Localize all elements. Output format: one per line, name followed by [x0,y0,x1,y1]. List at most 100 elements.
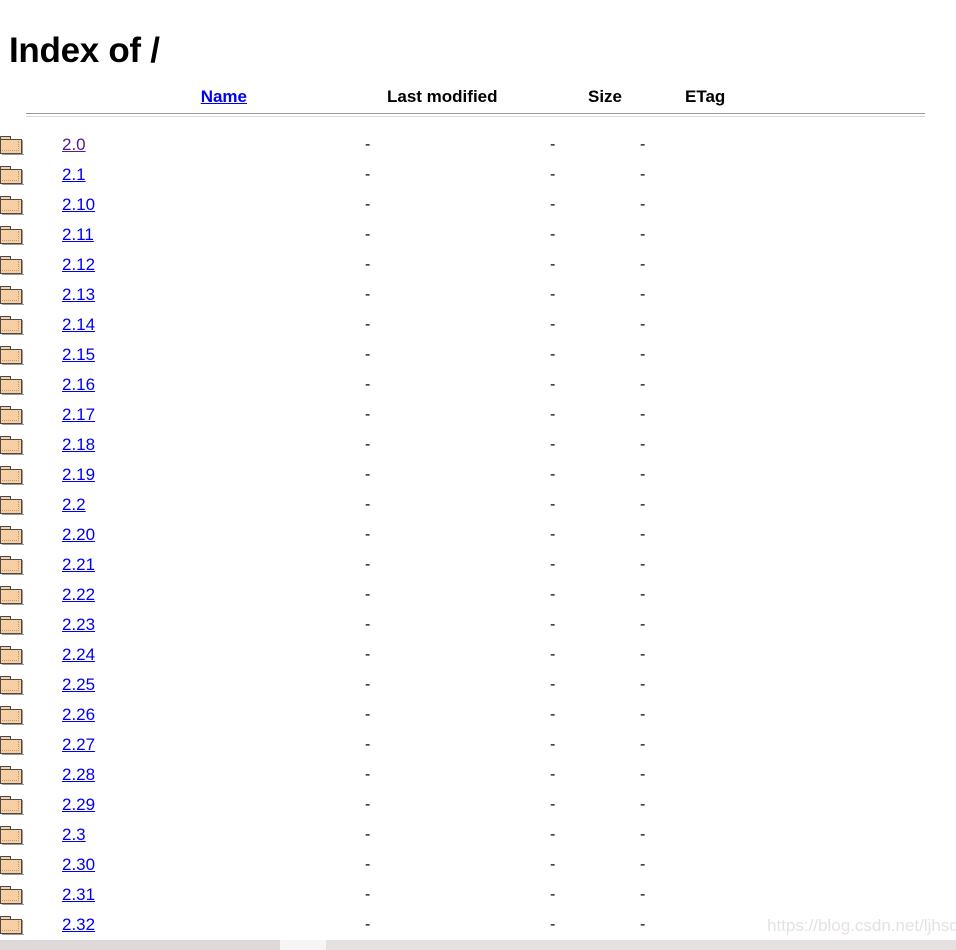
etag-value: - [640,616,646,633]
directory-link[interactable]: 2.29 [62,795,95,814]
row-name-cell: 2.26 [62,700,365,730]
directory-link[interactable]: 2.17 [62,405,95,424]
directory-link[interactable]: 2.30 [62,855,95,874]
etag-value: - [640,676,646,693]
size-value: - [550,196,556,213]
row-last-modified-cell: - [365,400,550,430]
row-size-cell: - [550,250,640,280]
last-modified-value: - [365,736,371,753]
directory-link[interactable]: 2.16 [62,375,95,394]
header-spacer-cell [0,117,956,130]
row-etag-cell: - [640,280,956,310]
directory-link[interactable]: 2.12 [62,255,95,274]
directory-link[interactable]: 2.1 [62,165,86,184]
table-row: 2.23 - - - [0,610,956,640]
row-size-cell: - [550,790,640,820]
folder-icon [0,615,24,635]
table-row: 2.21 - - - [0,550,956,580]
size-value: - [550,136,556,153]
scrollbar-thumb[interactable] [280,940,326,950]
row-name-cell: 2.20 [62,520,365,550]
last-modified-value: - [365,616,371,633]
etag-value: - [640,496,646,513]
row-icon-cell [0,160,62,190]
folder-icon [0,885,24,905]
scrollbar-track-left[interactable] [0,940,280,950]
row-size-cell: - [550,610,640,640]
directory-link[interactable]: 2.14 [62,315,95,334]
row-etag-cell: - [640,640,956,670]
table-row: 2.16 - - - [0,370,956,400]
size-value: - [550,406,556,423]
last-modified-value: - [365,166,371,183]
row-name-cell: 2.12 [62,250,365,280]
row-size-cell: - [550,130,640,160]
folder-icon [0,735,24,755]
table-row: 2.27 - - - [0,730,956,760]
folder-icon [0,165,24,185]
etag-value: - [640,646,646,663]
directory-link[interactable]: 2.27 [62,735,95,754]
directory-link[interactable]: 2.26 [62,705,95,724]
directory-link[interactable]: 2.25 [62,675,95,694]
row-name-cell: 2.16 [62,370,365,400]
directory-link[interactable]: 2.10 [62,195,95,214]
row-etag-cell: - [640,610,956,640]
row-etag-cell: - [640,910,956,940]
header-icon-spacer [0,80,62,113]
row-icon-cell [0,490,62,520]
row-last-modified-cell: - [365,550,550,580]
folder-icon [0,465,24,485]
horizontal-scrollbar[interactable] [0,940,956,950]
row-icon-cell [0,580,62,610]
row-size-cell: - [550,670,640,700]
row-name-cell: 2.32 [62,910,365,940]
row-name-cell: 2.14 [62,310,365,340]
directory-link[interactable]: 2.0 [62,135,86,154]
directory-link[interactable]: 2.2 [62,495,86,514]
directory-link[interactable]: 2.13 [62,285,95,304]
folder-icon [0,405,24,425]
row-icon-cell [0,430,62,460]
row-icon-cell [0,610,62,640]
directory-listing-body: 2.0 - - - 2.1 - - - 2.10 - - - 2.11 - - - 2.12 - - - 2.13 - - -… [0,130,956,940]
last-modified-value: - [365,766,371,783]
table-row: 2.13 - - - [0,280,956,310]
row-last-modified-cell: - [365,520,550,550]
directory-link[interactable]: 2.22 [62,585,95,604]
row-last-modified-cell: - [365,460,550,490]
folder-icon [0,285,24,305]
directory-link[interactable]: 2.28 [62,765,95,784]
size-value: - [550,856,556,873]
table-row: 2.10 - - - [0,190,956,220]
row-icon-cell [0,700,62,730]
sort-by-name-link[interactable]: Name [201,87,247,106]
row-last-modified-cell: - [365,640,550,670]
row-etag-cell: - [640,790,956,820]
directory-link[interactable]: 2.23 [62,615,95,634]
size-value: - [550,466,556,483]
row-last-modified-cell: - [365,190,550,220]
row-last-modified-cell: - [365,610,550,640]
directory-link[interactable]: 2.11 [62,225,94,244]
directory-link[interactable]: 2.21 [62,555,95,574]
directory-link[interactable]: 2.31 [62,885,95,904]
directory-link[interactable]: 2.15 [62,345,95,364]
directory-link[interactable]: 2.3 [62,825,86,844]
directory-link[interactable]: 2.24 [62,645,95,664]
row-etag-cell: - [640,400,956,430]
row-icon-cell [0,220,62,250]
last-modified-value: - [365,256,371,273]
size-value: - [550,286,556,303]
etag-value: - [640,886,646,903]
row-etag-cell: - [640,340,956,370]
directory-link[interactable]: 2.18 [62,435,95,454]
directory-link[interactable]: 2.20 [62,525,95,544]
directory-link[interactable]: 2.19 [62,465,95,484]
table-header-row: Name Last modified Size ETag [0,80,956,113]
row-icon-cell [0,370,62,400]
row-etag-cell: - [640,820,956,850]
folder-icon [0,375,24,395]
table-row: 2.26 - - - [0,700,956,730]
directory-link[interactable]: 2.32 [62,915,95,934]
